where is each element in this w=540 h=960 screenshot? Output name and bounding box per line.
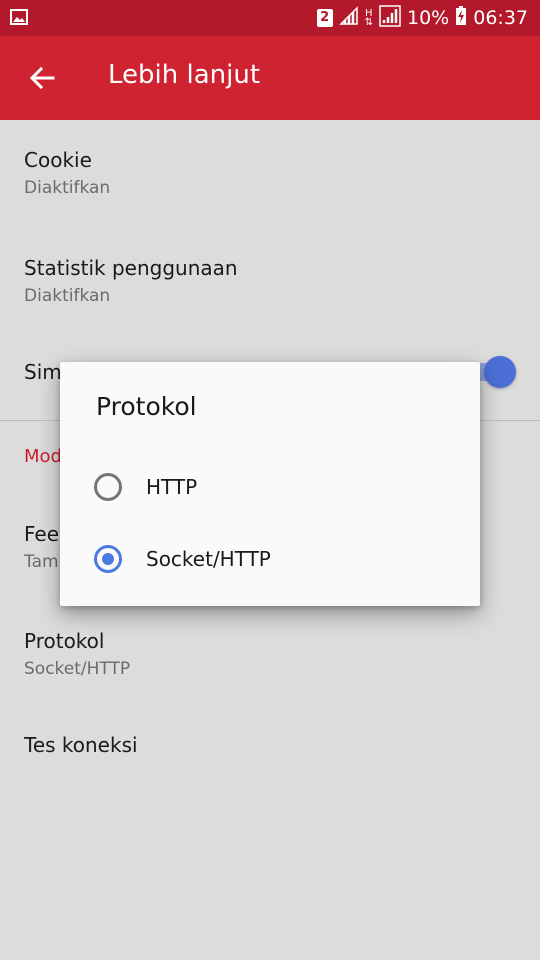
setting-summary: Diaktifkan <box>24 286 111 306</box>
radio-option-label: Socket/HTTP <box>146 547 271 571</box>
radio-option-label: HTTP <box>146 475 198 499</box>
setting-title: Cookie <box>24 148 92 172</box>
radio-option-socket-http[interactable]: Socket/HTTP <box>94 539 271 579</box>
clock: 06:37 <box>473 7 528 29</box>
setting-cookie[interactable]: Cookie Diaktifkan <box>24 148 110 198</box>
page-title: Lebih lanjut <box>108 60 261 90</box>
setting-usage-statistics[interactable]: Statistik penggunaan Diaktifkan <box>24 256 238 306</box>
signal-icon-2 <box>379 4 401 32</box>
radio-checked-icon[interactable] <box>94 545 122 573</box>
protocol-dialog: Protokol HTTP Socket/HTTP <box>60 362 480 606</box>
status-bar: 2 H ⇅ 10% 06:37 <box>0 0 540 36</box>
app-bar: Lebih lanjut <box>0 36 540 120</box>
battery-percent: 10% <box>407 7 450 29</box>
battery-charging-icon <box>455 5 467 31</box>
setting-summary: Diaktifkan <box>24 178 111 198</box>
network-type: H <box>365 8 373 19</box>
setting-test-connection[interactable]: Tes koneksi <box>24 733 138 757</box>
setting-title: Fee <box>24 522 60 546</box>
setting-title: Protokol <box>24 629 105 653</box>
data-arrows-icon: H ⇅ <box>364 8 373 28</box>
setting-summary: Tam <box>24 552 59 572</box>
section-header: Mod <box>24 446 62 467</box>
radio-option-http[interactable]: HTTP <box>94 467 197 507</box>
toggle-switch-thumb[interactable] <box>484 356 516 388</box>
setting-sim-toggle-row[interactable]: Sim <box>24 360 62 384</box>
setting-protocol[interactable]: Protokol Socket/HTTP <box>24 629 130 679</box>
setting-feed[interactable]: Fee Tam <box>24 522 59 572</box>
setting-title: Statistik penggunaan <box>24 256 238 280</box>
sim-slot-badge: 2 <box>316 9 333 27</box>
arrow-left-icon[interactable] <box>26 62 58 94</box>
setting-summary: Socket/HTTP <box>24 659 131 679</box>
gallery-notification-icon <box>10 9 28 29</box>
radio-unchecked-icon[interactable] <box>94 473 122 501</box>
setting-title: Tes koneksi <box>24 733 138 757</box>
setting-title: Sim <box>24 360 62 384</box>
dialog-title: Protokol <box>96 392 197 421</box>
signal-icon <box>338 5 359 31</box>
